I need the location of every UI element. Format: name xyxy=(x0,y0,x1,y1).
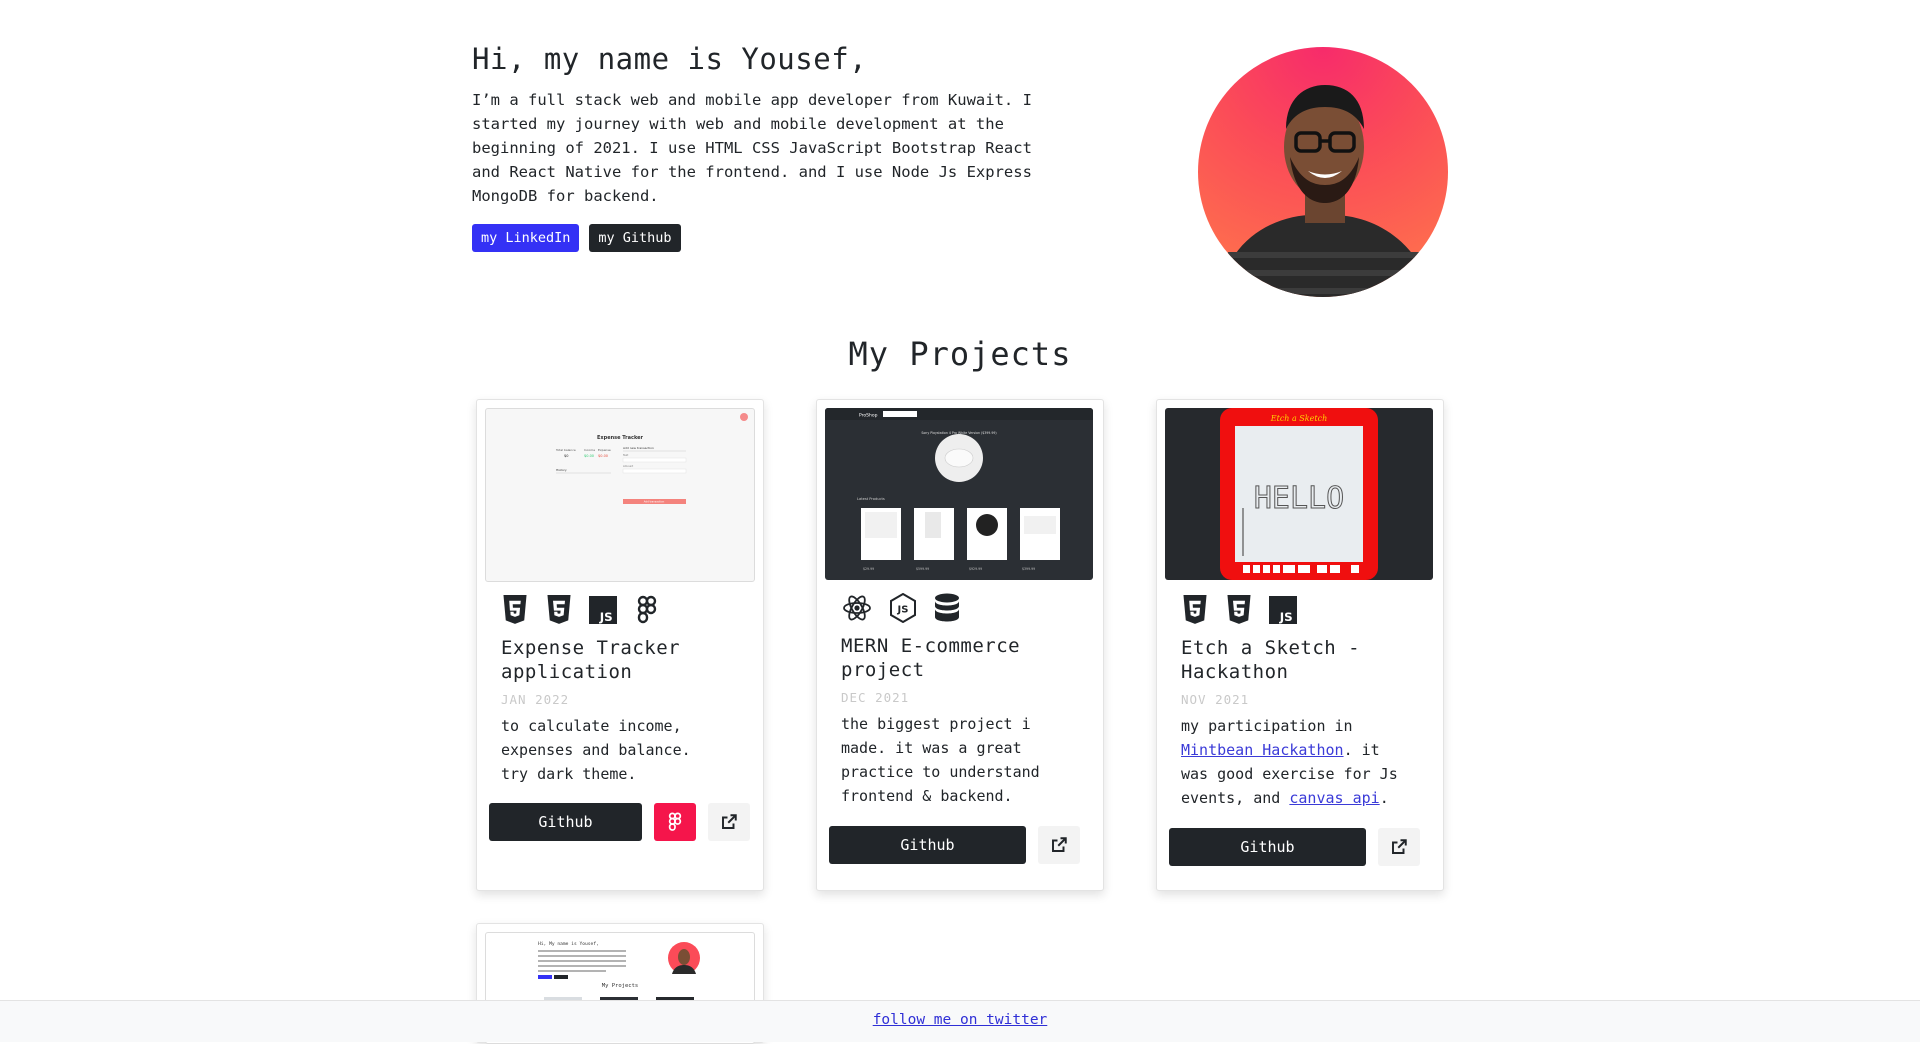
project-title: Expense Tracker application xyxy=(501,637,681,683)
thumb-section: My Projects xyxy=(602,983,638,989)
thumb-heading: Expense Tracker xyxy=(597,435,644,441)
footer: follow me on twitter xyxy=(0,1000,1920,1042)
thumb-value: $0 xyxy=(564,454,568,458)
bio-text: I’m a full stack web and mobile app deve… xyxy=(472,91,1032,205)
project-actions: Github xyxy=(489,803,750,841)
tech-icons: JS xyxy=(1181,595,1297,629)
project-description: my participation in Mintbean Hackathon. … xyxy=(1181,714,1411,810)
github-repo-button[interactable]: Github xyxy=(489,803,642,841)
projects-heading: My Projects xyxy=(848,335,1072,373)
thumb-label: Amount xyxy=(623,464,633,468)
project-description: to calculate income, expenses and balanc… xyxy=(501,717,691,783)
avatar xyxy=(1198,47,1448,297)
page-title: Hi, my name is Yousef, xyxy=(472,42,868,76)
svg-text:JS: JS xyxy=(599,610,613,624)
nodejs-icon: JS xyxy=(889,592,917,627)
project-card-etch-a-sketch: Etch a Sketch HELLO JS Etch a Sketch - H… xyxy=(1156,399,1444,891)
project-date: DEC 2021 xyxy=(841,690,910,705)
thumb-label: Total balance xyxy=(555,448,576,452)
github-repo-button[interactable]: Github xyxy=(1169,828,1366,866)
thumb-heading: Hi, My name is Yousef, xyxy=(538,941,599,947)
project-title: MERN E-commerce project xyxy=(841,635,1021,681)
live-demo-button[interactable] xyxy=(1038,826,1080,864)
figma-icon xyxy=(633,595,661,629)
linkedin-button[interactable]: my LinkedIn xyxy=(472,224,580,252)
mintbean-hackathon-link[interactable]: Mintbean Hackathon xyxy=(1181,741,1344,759)
hero-section: Hi, my name is Yousef, I’m a full stack … xyxy=(472,42,1472,302)
thumb-price: $399.99 xyxy=(1022,567,1035,571)
twitter-link[interactable]: follow me on twitter xyxy=(873,1012,1048,1028)
project-card-mern-ecommerce: ProShop Sony Playstation 4 Pro White Ver… xyxy=(816,399,1104,891)
css3-icon xyxy=(1225,595,1253,629)
thumb-price: $929.99 xyxy=(969,567,982,571)
thumb-price: $29.99 xyxy=(863,567,874,571)
canvas-api-link[interactable]: canvas api xyxy=(1289,789,1379,807)
svg-text:JS: JS xyxy=(1279,610,1293,624)
thumb-label: Text xyxy=(623,453,628,457)
figma-icon xyxy=(668,812,682,831)
project-date: JAN 2022 xyxy=(501,692,570,707)
thumb-latest-label: Latest Products xyxy=(857,497,885,501)
thumb-value: $0.00 xyxy=(598,454,608,458)
description-text: my participation in xyxy=(1181,717,1353,735)
tech-icons: JS xyxy=(501,595,661,629)
tech-icons: JS xyxy=(841,592,961,627)
project-actions: Github xyxy=(829,826,1080,864)
live-demo-button[interactable] xyxy=(1378,828,1420,866)
thumb-label: Add transaction xyxy=(644,500,665,504)
project-thumbnail[interactable]: Etch a Sketch HELLO xyxy=(1165,408,1433,580)
github-button[interactable]: my Github xyxy=(589,224,681,252)
html5-icon xyxy=(1181,595,1209,629)
thumb-brand: ProShop xyxy=(859,413,878,419)
thumb-drawing: HELLO xyxy=(1254,481,1344,516)
github-repo-button[interactable]: Github xyxy=(829,826,1026,864)
project-title: Etch a Sketch - Hackathon xyxy=(1181,637,1361,683)
thumb-heading: Etch a Sketch xyxy=(1270,414,1327,423)
project-actions: Github xyxy=(1169,828,1420,866)
external-link-icon xyxy=(1392,839,1407,854)
project-thumbnail[interactable]: Expense Tracker Total balance Income Exp… xyxy=(485,408,755,582)
live-demo-button[interactable] xyxy=(708,803,750,841)
thumb-price: $599.99 xyxy=(916,567,929,571)
javascript-icon: JS xyxy=(1269,595,1297,629)
project-description: the biggest project i made. it was a gre… xyxy=(841,715,1040,805)
avatar-portrait xyxy=(1216,85,1434,297)
thumb-label: Expense xyxy=(598,448,611,452)
database-icon xyxy=(933,593,961,627)
css3-icon xyxy=(545,595,573,629)
thumb-label: History xyxy=(556,468,567,472)
thumb-value: $0.00 xyxy=(584,454,594,458)
external-link-icon xyxy=(1052,837,1067,852)
profile-buttons: my LinkedIn my Github xyxy=(472,224,681,252)
project-card-expense-tracker: Expense Tracker Total balance Income Exp… xyxy=(476,399,764,891)
project-date: NOV 2021 xyxy=(1181,692,1250,707)
project-thumbnail[interactable]: ProShop Sony Playstation 4 Pro White Ver… xyxy=(825,408,1093,580)
external-link-icon xyxy=(722,814,737,829)
thumb-label: Add new transaction xyxy=(623,446,654,450)
thumb-label: Income xyxy=(584,448,595,452)
react-icon xyxy=(841,593,873,627)
javascript-icon: JS xyxy=(589,595,617,629)
figma-button[interactable] xyxy=(654,803,696,841)
html5-icon xyxy=(501,595,529,629)
svg-text:JS: JS xyxy=(897,605,909,616)
description-text: . xyxy=(1379,789,1389,807)
